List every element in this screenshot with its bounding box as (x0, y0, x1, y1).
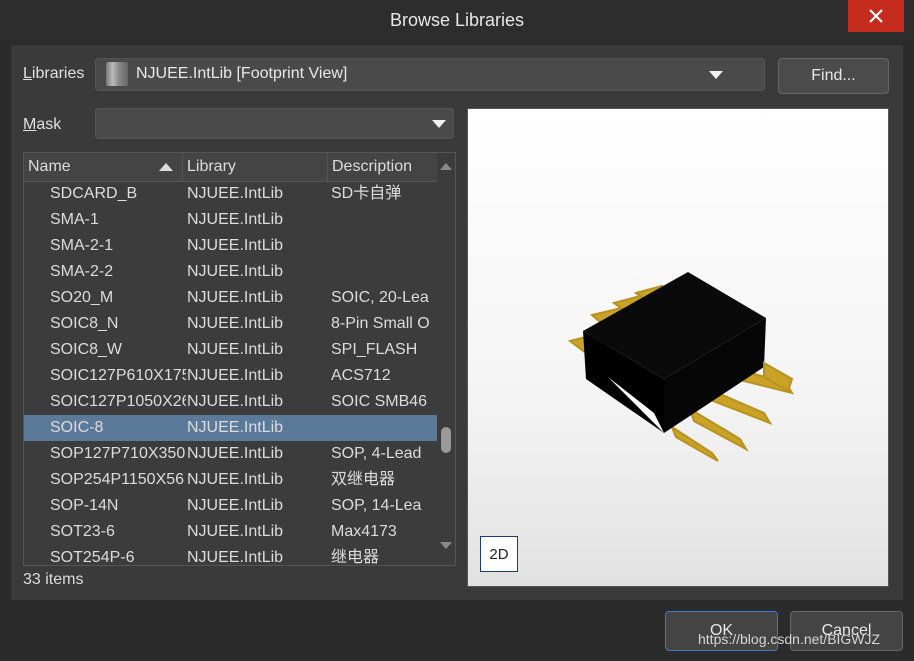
cell-description: SPI_FLASH (331, 341, 418, 358)
column-description-label: Description (332, 158, 413, 175)
table-row[interactable]: SOP-14N NJUEE.IntLib SOP, 14-Lea (24, 493, 437, 519)
chevron-down-icon[interactable] (709, 71, 723, 79)
cell-description: SOP, 14-Lea (331, 497, 422, 514)
cell-description: SD卡自弹 (331, 185, 402, 202)
soic-3d-model (567, 272, 795, 462)
cell-description (331, 259, 437, 285)
table-body: SDCARD_B NJUEE.IntLib SD卡自弹 SMA-1 NJUEE.IntL… (24, 181, 437, 565)
cell-description: ACS712 (331, 367, 391, 384)
library-icon (106, 62, 128, 86)
cell-name: SMA-1 (50, 211, 99, 228)
cell-name: SOT254P-6 (50, 549, 135, 565)
cell-library: NJUEE.IntLib (187, 497, 284, 514)
cell-description: 8-Pin Small O (331, 315, 430, 332)
cell-name: SOP254P1150X56 (50, 471, 185, 488)
cell-name: SMA-2-1 (50, 237, 114, 254)
table-row[interactable]: SMA-1 NJUEE.IntLib (24, 207, 437, 233)
cell-library: NJUEE.IntLib (187, 393, 284, 410)
title-bar: Browse Libraries (0, 0, 914, 40)
cell-library: NJUEE.IntLib (187, 341, 284, 358)
chevron-down-icon[interactable] (432, 120, 446, 128)
cell-library: NJUEE.IntLib (187, 211, 284, 228)
libraries-label: Libraries (23, 65, 85, 82)
cell-library: NJUEE.IntLib (187, 523, 284, 540)
cell-description (331, 233, 437, 259)
scroll-up-icon[interactable] (440, 163, 452, 170)
table-row[interactable]: SDCARD_B NJUEE.IntLib SD卡自弹 (24, 181, 437, 207)
cell-name: SO20_M (50, 289, 114, 306)
cell-description: SOP, 4-Lead (331, 445, 422, 462)
table-row[interactable]: SOIC8_W NJUEE.IntLib SPI_FLASH (24, 337, 437, 363)
cell-name: SOIC8_N (50, 315, 119, 332)
cell-library: NJUEE.IntLib (187, 289, 284, 306)
cell-library: NJUEE.IntLib (187, 185, 284, 202)
table-row[interactable]: SOP127P710X350 NJUEE.IntLib SOP, 4-Lead (24, 441, 437, 467)
cell-library: NJUEE.IntLib (187, 263, 284, 280)
cell-description (331, 207, 437, 233)
cell-library: NJUEE.IntLib (187, 315, 284, 332)
window-title: Browse Libraries (389, 10, 525, 30)
column-header-description[interactable]: Description (328, 153, 437, 181)
table-row[interactable]: SMA-2-2 NJUEE.IntLib (24, 259, 437, 285)
cell-name: SDCARD_B (50, 185, 138, 202)
close-icon (869, 9, 883, 23)
footprint-3d-preview[interactable]: 2D (467, 108, 889, 587)
table-row[interactable]: SO20_M NJUEE.IntLib SOIC, 20-Lea (24, 285, 437, 311)
cell-library: NJUEE.IntLib (187, 445, 284, 462)
cell-description: Max4173 (331, 523, 397, 540)
sort-ascending-icon (159, 163, 173, 171)
table-row[interactable]: SOIC127P610X175 NJUEE.IntLib ACS712 (24, 363, 437, 389)
close-button[interactable] (848, 0, 904, 32)
table-row[interactable]: SOIC-8 NJUEE.IntLib (24, 415, 437, 441)
cell-library: NJUEE.IntLib (187, 471, 284, 488)
libraries-dropdown[interactable]: NJUEE.IntLib [Footprint View] ●●● (95, 58, 864, 91)
table-row[interactable]: SOIC8_N NJUEE.IntLib 8-Pin Small O (24, 311, 437, 337)
cell-name: SOT23-6 (50, 523, 115, 540)
column-name-label: Name (28, 158, 71, 175)
cell-library: NJUEE.IntLib (187, 367, 284, 384)
cell-library: NJUEE.IntLib (187, 549, 284, 565)
footprint-table: Name Library Description SDCARD_B NJUEE.I… (23, 152, 456, 566)
table-row[interactable]: SMA-2-1 NJUEE.IntLib (24, 233, 437, 259)
cell-description: SOIC SMB46 (331, 393, 428, 410)
column-header-name[interactable]: Name (24, 153, 183, 181)
table-row[interactable]: SOT23-6 NJUEE.IntLib Max4173 (24, 519, 437, 545)
mask-label: Mask (23, 116, 62, 133)
table-row[interactable]: SOIC127P1050X26 NJUEE.IntLib SOIC SMB46 (24, 389, 437, 415)
vertical-scrollbar[interactable] (437, 153, 455, 565)
cell-description: 双继电器 (331, 471, 396, 488)
cell-name: SOIC8_W (50, 341, 123, 358)
item-count: 33 items (23, 571, 84, 588)
cell-description: 继电器 (331, 549, 380, 565)
cell-name: SOIC127P610X175 (50, 367, 186, 384)
cell-description (331, 415, 437, 441)
column-library-label: Library (187, 158, 236, 175)
cell-library: NJUEE.IntLib (187, 237, 284, 254)
table-row[interactable]: SOT254P-6 NJUEE.IntLib 继电器 (24, 545, 437, 565)
scroll-down-icon[interactable] (440, 542, 452, 549)
cell-name: SOIC-8 (50, 419, 104, 436)
libraries-selected: NJUEE.IntLib [Footprint View] (136, 65, 348, 82)
cell-name: SOP127P710X350 (50, 445, 186, 462)
cell-name: SMA-2-2 (50, 263, 114, 280)
cell-name: SOIC127P1050X26 (50, 393, 186, 410)
scroll-thumb[interactable] (441, 427, 451, 453)
table-row[interactable]: SOP254P1150X56 NJUEE.IntLib 双继电器 (24, 467, 437, 493)
toggle-2d-button[interactable]: 2D (480, 536, 518, 572)
cell-description: SOIC, 20-Lea (331, 289, 429, 306)
watermark: https://blog.csdn.net/BIGWJZ (698, 631, 881, 647)
column-header-library[interactable]: Library (183, 153, 328, 181)
cell-name: SOP-14N (50, 497, 119, 514)
cell-library: NJUEE.IntLib (187, 419, 284, 436)
mask-input[interactable] (95, 108, 454, 139)
table-header: Name Library Description (24, 153, 437, 182)
find-button[interactable]: Find... (778, 58, 889, 94)
